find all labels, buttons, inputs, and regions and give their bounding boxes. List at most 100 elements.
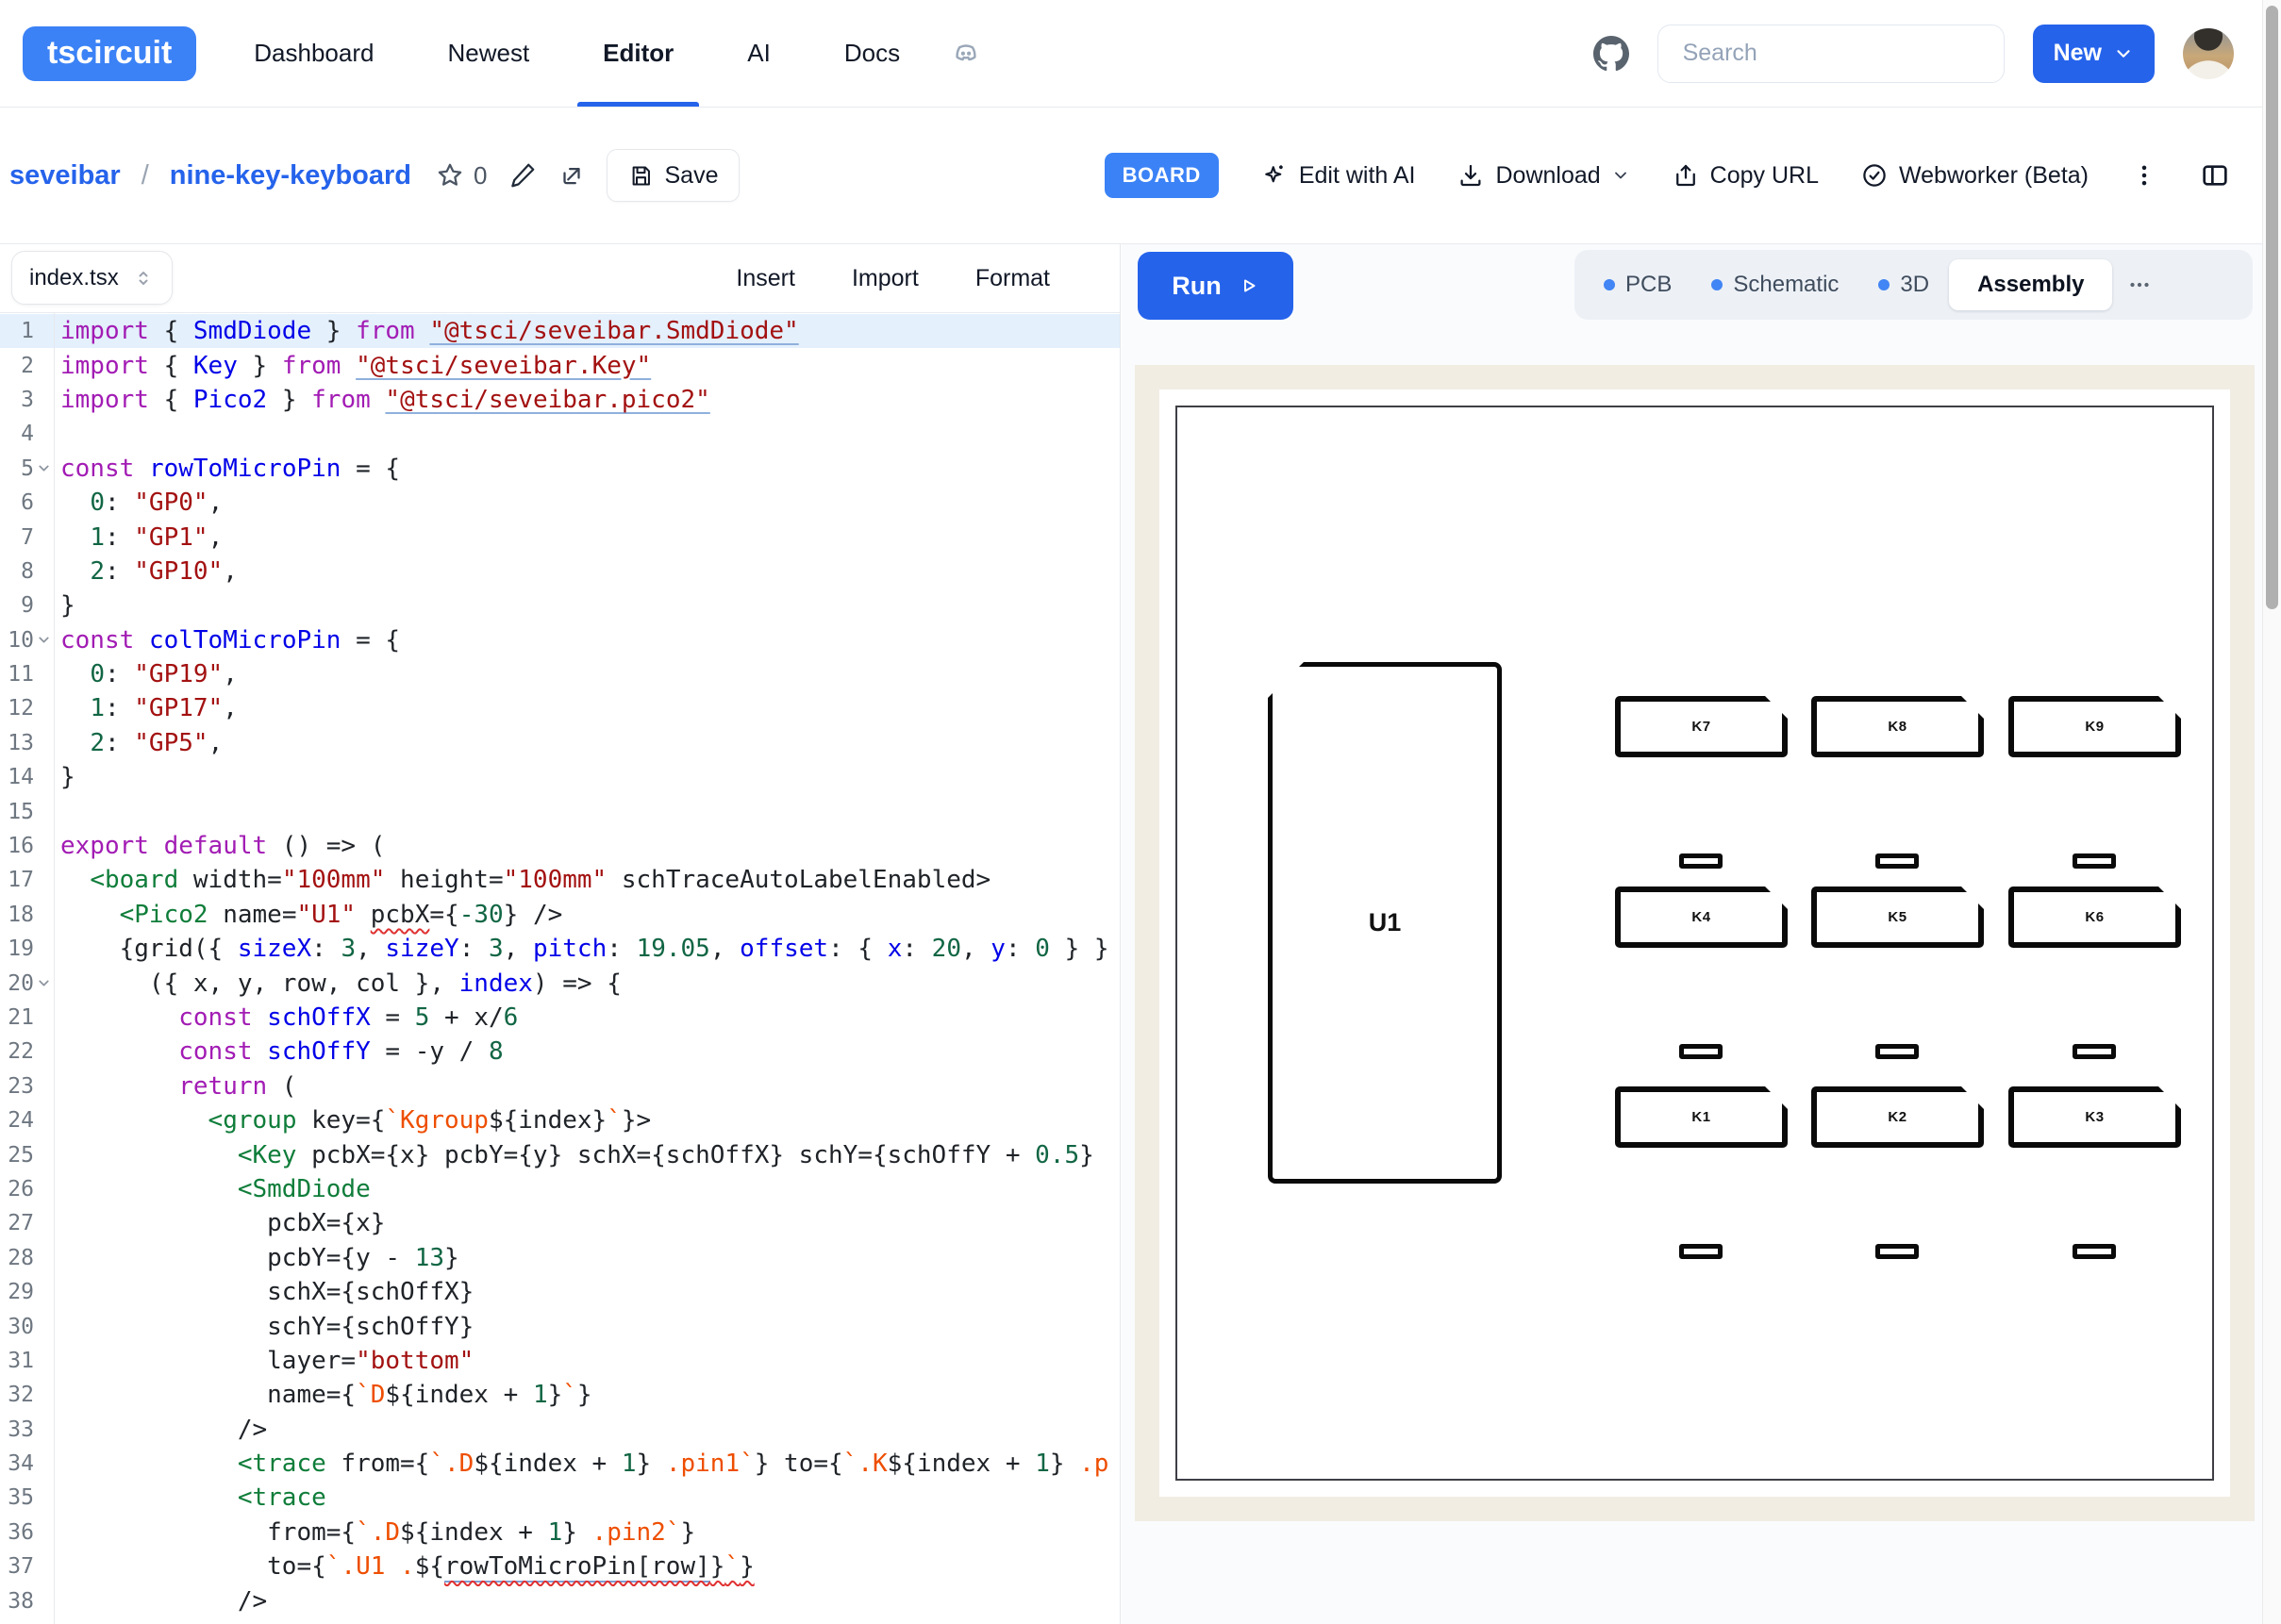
tscircuit-logo[interactable]: tscircuit — [23, 26, 196, 81]
nav-item-ai[interactable]: AI — [710, 0, 808, 107]
code-line[interactable]: 27 pcbX={x} — [0, 1206, 1120, 1240]
code-line[interactable]: 2import { Key } from "@tsci/seveibar.Key… — [0, 348, 1120, 382]
code-line[interactable]: 33 /> — [0, 1413, 1120, 1447]
nav-item-docs[interactable]: Docs — [808, 0, 937, 107]
menu-import[interactable]: Import — [852, 265, 919, 292]
code-line[interactable]: 18 <Pico2 name="U1" pcbX={-30} /> — [0, 898, 1120, 932]
code-line[interactable]: 11 0: "GP19", — [0, 657, 1120, 691]
assembly-canvas[interactable]: U1 K7 K8 K9 K4 K5 K6 K1 K2 K3 — [1175, 406, 2214, 1481]
code-line[interactable]: 38 /> — [0, 1583, 1120, 1617]
search-input[interactable] — [1657, 25, 2005, 83]
code-line[interactable]: 16export default () => ( — [0, 829, 1120, 863]
code-line[interactable]: 15 — [0, 794, 1120, 828]
assembly-key-k4[interactable]: K4 — [1615, 887, 1788, 948]
code-line[interactable]: 10const colToMicroPin = { — [0, 623, 1120, 657]
assembly-key-k5[interactable]: K5 — [1811, 887, 1984, 948]
code-line[interactable]: 35 <trace — [0, 1481, 1120, 1515]
edit-with-ai-button[interactable]: Edit with AI — [1260, 161, 1416, 190]
code-editor[interactable]: 1import { SmdDiode } from "@tsci/seveiba… — [0, 312, 1120, 1624]
tabs-overflow-button[interactable] — [2118, 271, 2161, 299]
code-line[interactable]: 21 const schOffX = 5 + x/6 — [0, 1001, 1120, 1035]
code-line[interactable]: 4 — [0, 417, 1120, 451]
code-line[interactable]: 26 <SmdDiode — [0, 1172, 1120, 1206]
tab-pcb[interactable]: PCB — [1584, 272, 1691, 298]
save-button[interactable]: Save — [607, 149, 741, 202]
open-external-icon[interactable] — [558, 161, 586, 190]
fold-chevron-icon[interactable] — [34, 632, 54, 648]
assembly-diode[interactable] — [1679, 853, 1723, 869]
menu-format[interactable]: Format — [975, 265, 1050, 292]
tab-assembly[interactable]: Assembly — [1949, 259, 2112, 310]
download-button[interactable]: Download — [1457, 161, 1629, 190]
kebab-menu-icon[interactable] — [2130, 161, 2158, 190]
scrollbar-thumb[interactable] — [2266, 6, 2278, 609]
file-selector[interactable]: index.tsx — [11, 251, 173, 305]
code-line[interactable]: 5const rowToMicroPin = { — [0, 452, 1120, 486]
star-group[interactable]: 0 — [436, 161, 487, 191]
assembly-diode[interactable] — [1679, 1044, 1723, 1059]
nav-item-editor[interactable]: Editor — [566, 0, 710, 107]
assembly-diode[interactable] — [1679, 1244, 1723, 1259]
nav-item-dashboard[interactable]: Dashboard — [217, 0, 410, 107]
code-line[interactable]: 25 <Key pcbX={x} pcbY={y} schX={schOffX}… — [0, 1137, 1120, 1171]
webworker-toggle[interactable]: Webworker (Beta) — [1860, 161, 2089, 190]
assembly-diode[interactable] — [1875, 1044, 1919, 1059]
tab-schematic[interactable]: Schematic — [1691, 272, 1858, 298]
code-line[interactable]: 23 return ( — [0, 1069, 1120, 1103]
assembly-key-k2[interactable]: K2 — [1811, 1086, 1984, 1148]
new-button[interactable]: New — [2033, 25, 2155, 83]
code-line[interactable]: 29 schX={schOffX} — [0, 1275, 1120, 1309]
assembly-key-k9[interactable]: K9 — [2008, 696, 2181, 757]
assembly-diode[interactable] — [1875, 1244, 1919, 1259]
run-button[interactable]: Run — [1138, 252, 1293, 320]
assembly-diode[interactable] — [2073, 1244, 2116, 1259]
fold-chevron-icon[interactable] — [34, 975, 54, 991]
code-line[interactable]: 32 name={`D${index + 1}`} — [0, 1378, 1120, 1412]
code-line[interactable]: 8 2: "GP10", — [0, 555, 1120, 588]
code-line[interactable]: 28 pcbY={y - 13} — [0, 1241, 1120, 1275]
assembly-key-k7[interactable]: K7 — [1615, 696, 1788, 757]
code-line[interactable]: 37 to={`.U1 .${rowToMicroPin[row]}`} — [0, 1549, 1120, 1583]
assembly-diode[interactable] — [2073, 853, 2116, 869]
breadcrumb-repo[interactable]: nine-key-keyboard — [170, 160, 411, 191]
avatar[interactable] — [2183, 28, 2234, 79]
assembly-key-k6[interactable]: K6 — [2008, 887, 2181, 948]
code-line[interactable]: 34 <trace from={`.D${index + 1} .pin1`} … — [0, 1447, 1120, 1481]
menu-insert[interactable]: Insert — [736, 265, 795, 292]
assembly-key-k1[interactable]: K1 — [1615, 1086, 1788, 1148]
tab-3d[interactable]: 3D — [1858, 272, 1949, 298]
page-scrollbar[interactable] — [2262, 0, 2281, 1624]
code-line[interactable]: 6 0: "GP0", — [0, 486, 1120, 520]
code-line[interactable]: 36 from={`.D${index + 1} .pin2`} — [0, 1516, 1120, 1549]
board-badge[interactable]: BOARD — [1105, 153, 1219, 198]
code-line[interactable]: 24 <group key={`Kgroup${index}`}> — [0, 1103, 1120, 1137]
assembly-diode[interactable] — [1875, 853, 1919, 869]
fold-chevron-icon[interactable] — [34, 460, 54, 476]
assembly-key-k8[interactable]: K8 — [1811, 696, 1984, 757]
breadcrumb-owner[interactable]: seveibar — [9, 160, 121, 191]
assembly-diode[interactable] — [2073, 1044, 2116, 1059]
edit-title-button[interactable] — [508, 161, 537, 190]
code-text: /> — [54, 1416, 267, 1444]
copy-url-button[interactable]: Copy URL — [1672, 161, 1819, 190]
code-line[interactable]: 30 schY={schOffY} — [0, 1309, 1120, 1343]
code-text: <board width="100mm" height="100mm" schT… — [54, 866, 991, 894]
code-line[interactable]: 7 1: "GP1", — [0, 520, 1120, 554]
split-view-icon[interactable] — [2200, 160, 2230, 191]
code-line[interactable]: 12 1: "GP17", — [0, 691, 1120, 725]
assembly-key-k3[interactable]: K3 — [2008, 1086, 2181, 1148]
code-line[interactable]: 19 {grid({ sizeX: 3, sizeY: 3, pitch: 19… — [0, 932, 1120, 966]
discord-icon[interactable] — [950, 38, 982, 70]
nav-item-newest[interactable]: Newest — [410, 0, 566, 107]
code-line[interactable]: 14} — [0, 760, 1120, 794]
code-line[interactable]: 31 layer="bottom" — [0, 1344, 1120, 1378]
github-icon[interactable] — [1593, 36, 1629, 72]
code-line[interactable]: 17 <board width="100mm" height="100mm" s… — [0, 863, 1120, 897]
assembly-chip-u1[interactable]: U1 — [1268, 662, 1502, 1184]
code-line[interactable]: 9} — [0, 588, 1120, 622]
code-line[interactable]: 3import { Pico2 } from "@tsci/seveibar.p… — [0, 383, 1120, 417]
code-line[interactable]: 22 const schOffY = -y / 8 — [0, 1035, 1120, 1069]
code-line[interactable]: 13 2: "GP5", — [0, 726, 1120, 760]
code-line[interactable]: 1import { SmdDiode } from "@tsci/seveiba… — [0, 314, 1120, 348]
code-line[interactable]: 20 ({ x, y, row, col }, index) => { — [0, 966, 1120, 1000]
